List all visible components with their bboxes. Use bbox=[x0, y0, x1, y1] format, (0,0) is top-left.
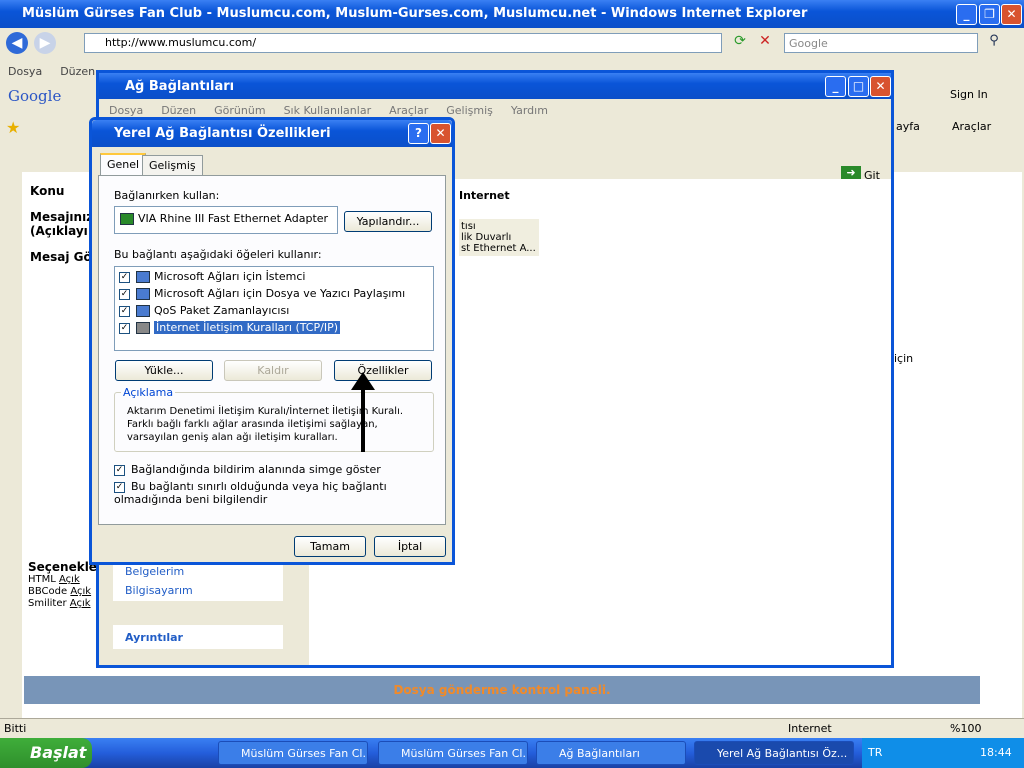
belgelerim-link[interactable]: Belgelerim bbox=[125, 565, 271, 578]
upload-panel-bar: Dosya gönderme kontrol paneli. bbox=[24, 676, 980, 704]
dialog-title: Yerel Ağ Bağlantısı Özellikleri bbox=[92, 120, 452, 147]
list-item[interactable]: ✓ QoS Paket Zamanlayıcısı bbox=[119, 303, 419, 320]
menu-duzen[interactable]: Düzen bbox=[60, 65, 95, 78]
maximize-icon[interactable]: ❐ bbox=[979, 4, 1000, 25]
description-group: Açıklama Aktarım Denetimi İletişim Kural… bbox=[114, 386, 434, 452]
network-icon bbox=[136, 288, 150, 300]
language-indicator[interactable]: TR bbox=[868, 746, 882, 759]
net-menu-duzen[interactable]: Düzen bbox=[161, 104, 196, 117]
zone-text: Internet bbox=[788, 722, 832, 735]
network-icon bbox=[136, 305, 150, 317]
status-text: Bitti bbox=[4, 722, 27, 735]
connect-using-label: Bağlanırken kullan: bbox=[114, 189, 220, 202]
properties-button[interactable]: Özellikler bbox=[334, 360, 432, 381]
back-icon[interactable]: ◀ bbox=[6, 32, 28, 54]
install-button[interactable]: Yükle... bbox=[115, 360, 213, 381]
general-panel: Bağlanırken kullan: VIA Rhine III Fast E… bbox=[98, 175, 446, 525]
components-list: ✓ Microsoft Ağları için İstemci ✓ Microsof… bbox=[114, 266, 434, 351]
net-menu-gelismis[interactable]: Gelişmiş bbox=[446, 104, 493, 117]
menu-dosya[interactable]: Dosya bbox=[8, 65, 42, 78]
adapter-box: VIA Rhine III Fast Ethernet Adapter bbox=[114, 206, 338, 234]
configure-button[interactable]: Yapılandır... bbox=[344, 211, 432, 232]
task-properties[interactable]: Yerel Ağ Bağlantısı Öz... bbox=[694, 741, 854, 765]
net-title: Ağ Bağlantıları bbox=[99, 73, 891, 99]
net-close-icon[interactable]: ✕ bbox=[870, 76, 891, 97]
net-row[interactable]: tısı bbox=[461, 221, 537, 232]
net-rows: tısı lik Duvarlı st Ethernet A... bbox=[459, 219, 539, 256]
network-icon bbox=[136, 271, 150, 283]
google-toolbar-logo: Google bbox=[8, 87, 62, 105]
ok-button[interactable]: Tamam bbox=[294, 536, 366, 557]
net-menu-yardim[interactable]: Yardım bbox=[511, 104, 548, 117]
ie-title: Müslüm Gürses Fan Club - Muslumcu.com, M… bbox=[0, 0, 1024, 28]
properties-dialog: Yerel Ağ Bağlantısı Özellikleri ? ✕ Gene… bbox=[89, 117, 455, 565]
net-minimize-icon[interactable]: _ bbox=[825, 76, 846, 97]
mesaj-label: Mesaj Gö bbox=[30, 250, 92, 264]
adapter-icon bbox=[120, 213, 134, 225]
checkbox[interactable]: ✓ bbox=[119, 288, 130, 300]
net-row[interactable]: st Ethernet A... bbox=[461, 243, 537, 254]
checkbox[interactable]: ✓ bbox=[114, 464, 125, 476]
checkbox[interactable]: ✓ bbox=[119, 305, 130, 317]
checkbox[interactable]: ✓ bbox=[119, 271, 130, 283]
items-label: Bu bağlantı aşağıdaki öğeleri kullanır: bbox=[114, 248, 322, 261]
protocol-icon bbox=[136, 322, 150, 334]
sign-in-button[interactable]: Sign In bbox=[950, 88, 988, 101]
stop-icon[interactable]: ✕ bbox=[755, 33, 775, 53]
zoom-level[interactable]: %100 bbox=[950, 722, 981, 735]
net-menu-favorites[interactable]: Sık Kullanılanlar bbox=[284, 104, 372, 117]
status-bar: Bitti Internet %100 bbox=[0, 718, 1024, 738]
net-menu-gorunum[interactable]: Görünüm bbox=[214, 104, 265, 117]
options-heading: Seçenekle bbox=[28, 560, 97, 574]
net-menu-dosya[interactable]: Dosya bbox=[109, 104, 143, 117]
net-menu-araclar[interactable]: Araçlar bbox=[389, 104, 428, 117]
checkbox[interactable]: ✓ bbox=[114, 481, 125, 493]
col-internet: Internet bbox=[459, 189, 510, 202]
tab-genel[interactable]: Genel bbox=[100, 153, 147, 175]
adapter-name: VIA Rhine III Fast Ethernet Adapter bbox=[138, 212, 329, 225]
arrow-head-icon bbox=[351, 372, 375, 390]
arrow-shaft bbox=[361, 386, 365, 452]
description-title: Açıklama bbox=[121, 386, 176, 399]
dialog-close-icon[interactable]: ✕ bbox=[430, 123, 451, 144]
help-icon[interactable]: ? bbox=[408, 123, 429, 144]
minimize-icon[interactable]: _ bbox=[956, 4, 977, 25]
net-row[interactable]: lik Duvarlı bbox=[461, 232, 537, 243]
list-item[interactable]: ✓ İnternet İletişim Kuralları (TCP/IP) bbox=[119, 320, 419, 337]
net-maximize-icon[interactable]: □ bbox=[848, 76, 869, 97]
clock: 18:44 bbox=[980, 746, 1012, 759]
close-icon[interactable]: ✕ bbox=[1001, 4, 1022, 25]
system-tray: TR 18:44 bbox=[862, 738, 1024, 768]
tab-gelismis[interactable]: Gelişmiş bbox=[142, 155, 203, 175]
list-item[interactable]: ✓ Microsoft Ağları için Dosya ve Yazıcı P… bbox=[119, 286, 419, 303]
forward-icon[interactable]: ▶ bbox=[34, 32, 56, 54]
bilgisayarim-link[interactable]: Bilgisayarım bbox=[125, 584, 271, 597]
task-ie-1[interactable]: Müslüm Gürses Fan Cl... bbox=[218, 741, 368, 765]
search-input[interactable]: Google bbox=[784, 33, 978, 53]
html-option: HTML Açık bbox=[28, 574, 80, 585]
icin-text: için bbox=[894, 352, 914, 365]
page-menu[interactable]: ayfa bbox=[896, 120, 920, 133]
refresh-icon[interactable]: ⟳ bbox=[730, 33, 750, 53]
show-icon-option[interactable]: ✓ Bağlandığında bildirim alanında simge g… bbox=[114, 463, 381, 476]
uninstall-button[interactable]: Kaldır bbox=[224, 360, 322, 381]
description-text: Aktarım Denetimi İletişim Kuralı/İnterne… bbox=[127, 406, 404, 443]
tools-menu[interactable]: Araçlar bbox=[952, 120, 991, 133]
start-button[interactable]: Başlat bbox=[0, 738, 92, 768]
task-ie-2[interactable]: Müslüm Gürses Fan Cl... bbox=[378, 741, 528, 765]
task-network[interactable]: Ağ Bağlantıları bbox=[536, 741, 686, 765]
address-bar[interactable]: http://www.muslumcu.com/ bbox=[84, 33, 722, 53]
other-places: Belgelerim Bilgisayarım bbox=[113, 561, 283, 601]
list-item[interactable]: ✓ Microsoft Ağları için İstemci bbox=[119, 269, 419, 286]
notify-option[interactable]: ✓ Bu bağlantı sınırlı olduğunda veya hiç … bbox=[114, 480, 434, 506]
smilies-option: Smiliter Açık bbox=[28, 598, 91, 609]
search-icon[interactable]: ⚲ bbox=[984, 33, 1004, 53]
checkbox[interactable]: ✓ bbox=[119, 322, 130, 334]
details-header[interactable]: Ayrıntılar bbox=[113, 625, 283, 649]
konu-label: Konu bbox=[30, 184, 65, 198]
cancel-button[interactable]: İptal bbox=[374, 536, 446, 557]
bbcode-option: BBCode Açık bbox=[28, 586, 92, 597]
favorites-star-icon[interactable]: ★ bbox=[6, 118, 20, 137]
